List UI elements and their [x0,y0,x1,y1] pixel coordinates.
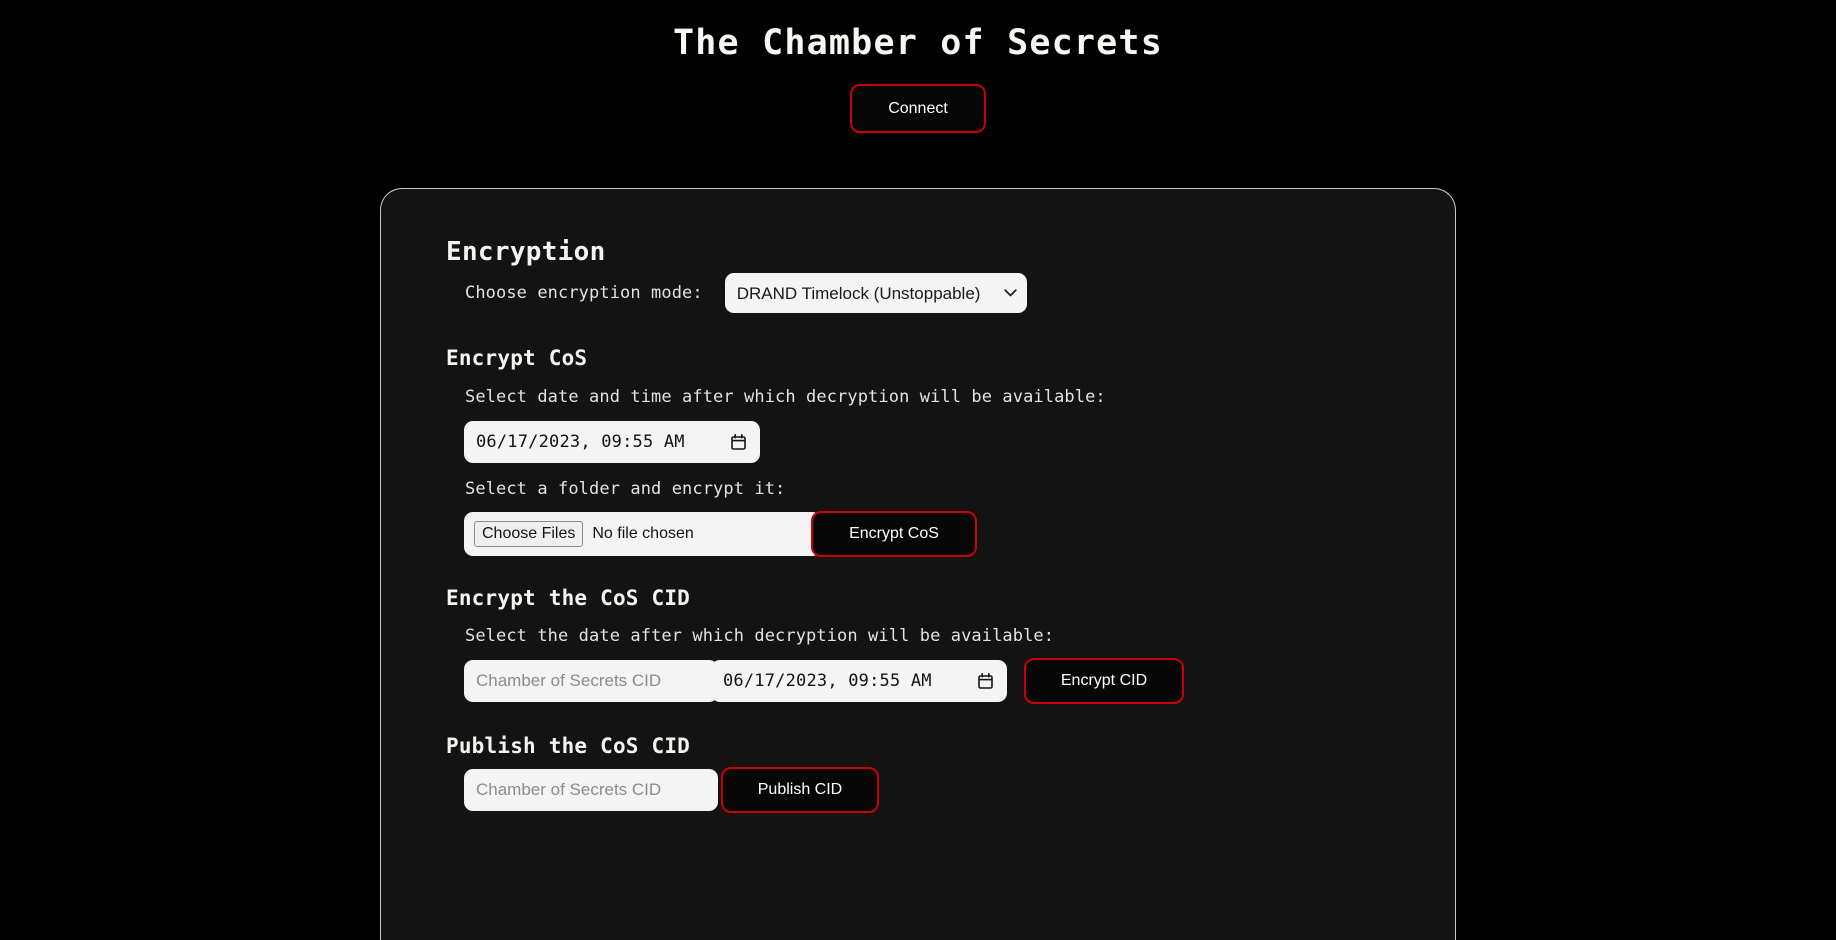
encrypt-cos-heading: Encrypt CoS [446,346,588,370]
encrypt-cos-datetime-label: Select date and time after which decrypt… [465,387,1106,407]
encrypt-cid-datetime-value: 06/17/2023, 09:55 AM [723,671,932,691]
connect-button-container: Connect [0,84,1836,133]
publish-cid-heading: Publish the CoS CID [446,734,691,758]
connect-button[interactable]: Connect [850,84,986,133]
encrypt-cos-button[interactable]: Encrypt CoS [811,511,977,557]
calendar-icon[interactable] [731,434,746,450]
encrypt-cos-folder-label: Select a folder and encrypt it: [465,479,786,499]
encrypt-cos-datetime-input[interactable]: 06/17/2023, 09:55 AM [464,421,760,463]
page-title: The Chamber of Secrets [673,23,1163,63]
choose-files-button[interactable]: Choose Files [474,521,584,547]
encryption-card: Encryption Choose encryption mode: DRAND… [380,188,1456,940]
encryption-mode-row: Choose encryption mode: DRAND Timelock (… [465,267,1027,319]
encrypt-cid-input[interactable] [464,660,718,702]
encryption-mode-select-wrapper: DRAND Timelock (Unstoppable) [724,273,1027,313]
encryption-mode-label: Choose encryption mode: [465,283,703,303]
file-status-text: No file chosen [592,525,694,542]
publish-cid-button[interactable]: Publish CID [721,767,879,813]
calendar-icon[interactable] [978,673,993,689]
encrypt-cid-datetime-input[interactable]: 06/17/2023, 09:55 AM [711,660,1007,702]
publish-cid-input[interactable] [464,769,718,811]
encrypt-cos-datetime-value: 06/17/2023, 09:55 AM [476,432,685,452]
app-root: The Chamber of Secrets Connect Encryptio… [0,0,1836,940]
encrypt-cid-heading: Encrypt the CoS CID [446,586,691,610]
encrypt-cos-file-input[interactable]: Choose Files No file chosen [464,512,821,556]
encrypt-cid-date-label: Select the date after which decryption w… [465,626,1055,646]
encrypt-cid-button[interactable]: Encrypt CID [1024,658,1184,704]
encryption-mode-select[interactable]: DRAND Timelock (Unstoppable) [724,273,1027,313]
encryption-heading: Encryption [446,237,606,267]
